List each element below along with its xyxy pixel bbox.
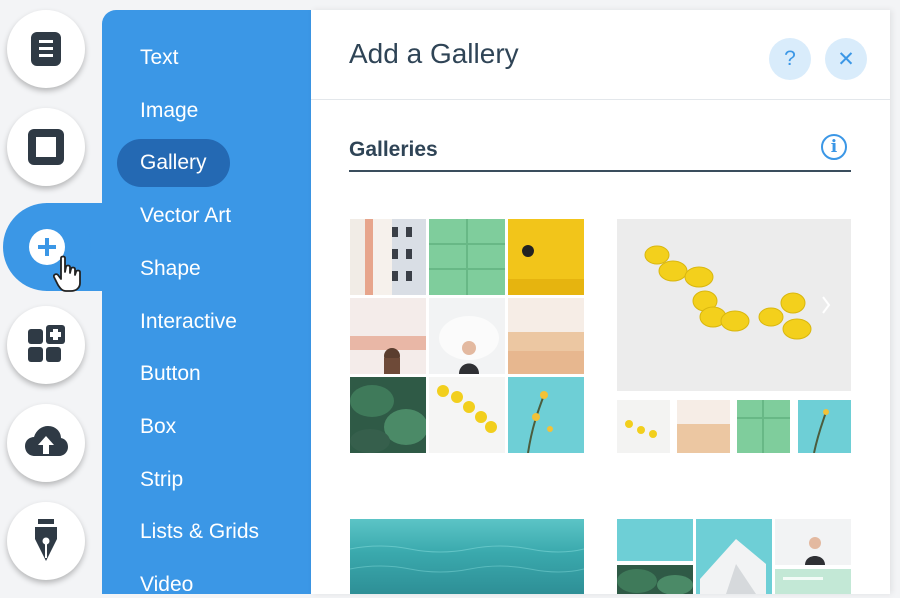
upload-icon xyxy=(25,426,68,456)
gallery-tile xyxy=(775,569,851,594)
menu-item-interactive[interactable]: Interactive xyxy=(140,309,237,335)
pages-button[interactable] xyxy=(7,10,85,88)
background-button[interactable] xyxy=(7,108,85,186)
close-button[interactable]: ✕ xyxy=(825,38,867,80)
menu-item-lists-grids[interactable]: Lists & Grids xyxy=(140,519,259,545)
menu-item-video[interactable]: Video xyxy=(140,572,193,598)
left-toolbar xyxy=(0,0,106,594)
upload-button[interactable] xyxy=(7,404,85,482)
gallery-thumbnail xyxy=(737,400,790,453)
menu-item-text[interactable]: Text xyxy=(140,45,179,71)
add-menu: Text Image Gallery Vector Art Shape Inte… xyxy=(102,10,312,596)
background-icon xyxy=(28,129,64,165)
gallery-tile xyxy=(775,519,851,565)
help-button[interactable]: ? xyxy=(769,38,811,80)
info-icon[interactable]: i xyxy=(821,134,847,160)
gallery-tile xyxy=(429,219,505,295)
app-market-button[interactable] xyxy=(7,306,85,384)
menu-item-button[interactable]: Button xyxy=(140,361,201,387)
menu-item-vector-art[interactable]: Vector Art xyxy=(140,203,231,229)
gallery-tile xyxy=(696,519,772,594)
gallery-main-image xyxy=(617,219,851,391)
blog-pen-button[interactable] xyxy=(7,502,85,580)
gallery-preset-slideshow[interactable] xyxy=(617,219,851,453)
gallery-preset-mosaic[interactable] xyxy=(617,519,851,594)
gallery-tile xyxy=(350,219,426,295)
pen-icon xyxy=(35,519,57,561)
pages-icon xyxy=(31,32,61,66)
menu-item-image[interactable]: Image xyxy=(140,98,198,124)
menu-item-gallery[interactable]: Gallery xyxy=(117,139,230,187)
gallery-tile xyxy=(429,298,505,374)
menu-item-strip[interactable]: Strip xyxy=(140,467,183,493)
gallery-tile xyxy=(508,377,584,453)
menu-item-shape[interactable]: Shape xyxy=(140,256,201,282)
header-divider xyxy=(311,99,890,100)
section-divider xyxy=(349,170,851,172)
gallery-preset-grid[interactable] xyxy=(350,219,584,453)
gallery-tile xyxy=(508,298,584,374)
gallery-thumbnail xyxy=(677,400,730,453)
gallery-thumbnail xyxy=(798,400,851,453)
panel-title: Add a Gallery xyxy=(349,38,519,69)
gallery-tile xyxy=(617,565,693,594)
gallery-preset-fullwidth[interactable] xyxy=(350,519,584,594)
section-title: Galleries xyxy=(349,138,438,161)
gallery-tile xyxy=(617,519,693,561)
add-gallery-panel: Add a Gallery ? ✕ Galleries i xyxy=(311,10,890,594)
app-market-icon xyxy=(28,325,65,362)
menu-item-box[interactable]: Box xyxy=(140,414,176,440)
hand-cursor-icon xyxy=(53,255,81,292)
close-icon: ✕ xyxy=(837,47,855,71)
gallery-thumbnail xyxy=(617,400,670,453)
gallery-tile xyxy=(508,219,584,295)
gallery-tile xyxy=(350,377,426,453)
gallery-tile xyxy=(350,298,426,374)
gallery-tile xyxy=(429,377,505,453)
help-icon: ? xyxy=(784,47,796,70)
